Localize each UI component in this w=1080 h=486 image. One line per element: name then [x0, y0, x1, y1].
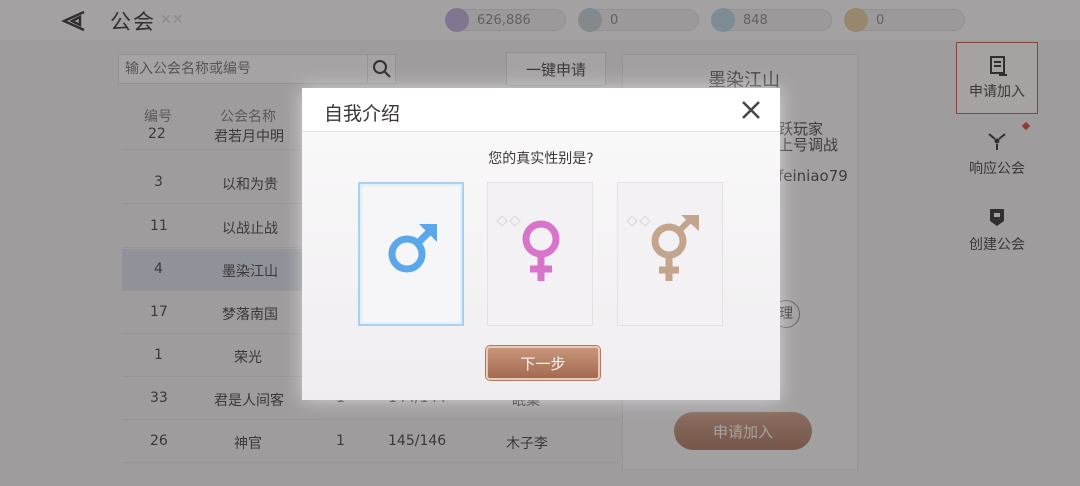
gender-option-other[interactable] — [617, 182, 723, 326]
dialog-header: 自我介绍 — [302, 88, 780, 132]
next-step-button[interactable]: 下一步 — [486, 346, 600, 380]
card-corner-deco-icon — [626, 215, 638, 227]
dialog-title: 自我介绍 — [324, 103, 401, 125]
card-corner-deco-icon — [509, 215, 521, 227]
self-intro-dialog: 自我介绍 您的真实性别是? 下一步 — [302, 88, 780, 400]
gender-question: 您的真实性别是? — [488, 151, 594, 167]
gender-option-female[interactable] — [487, 182, 593, 326]
gender-option-male[interactable] — [358, 182, 464, 326]
close-icon[interactable] — [740, 99, 762, 121]
card-corner-deco-icon — [639, 215, 651, 227]
card-corner-deco-icon — [496, 215, 508, 227]
male-symbol-icon — [388, 224, 437, 273]
